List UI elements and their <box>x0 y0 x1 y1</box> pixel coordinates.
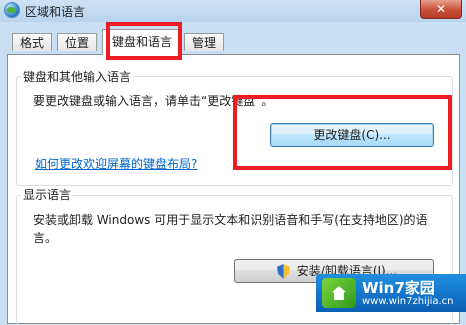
uac-shield-icon <box>277 264 290 279</box>
house-icon <box>322 278 356 308</box>
keyboard-layout-help-link[interactable]: 如何更改欢迎屏幕的键盘布局? <box>35 155 197 172</box>
keyboards-group-legend: 键盘和其他输入语言 <box>21 68 134 85</box>
display-language-description-line2: 言。 <box>33 231 58 245</box>
button-highlight <box>233 95 452 170</box>
window-title: 区域和语言 <box>25 5 86 19</box>
tab-administrative[interactable]: 管理 <box>184 33 225 51</box>
globe-icon <box>4 2 20 18</box>
watermark-brand: Win7家园 <box>362 279 435 297</box>
title-bar: 区域和语言 ✕ <box>0 0 466 22</box>
tab-formats[interactable]: 格式 <box>12 33 53 51</box>
watermark-url: www.win7zhijia.cn <box>362 296 454 307</box>
watermark-logo: Win7家园 www.win7zhijia.cn <box>316 274 466 312</box>
display-language-legend: 显示语言 <box>21 186 74 203</box>
close-button[interactable]: ✕ <box>420 0 462 19</box>
display-language-description-line1: 安装或卸载 Windows 可用于显示文本和识别语音和手写(在支持地区)的语 <box>33 213 428 227</box>
tab-location[interactable]: 位置 <box>57 33 98 51</box>
tab-highlight <box>106 22 182 60</box>
